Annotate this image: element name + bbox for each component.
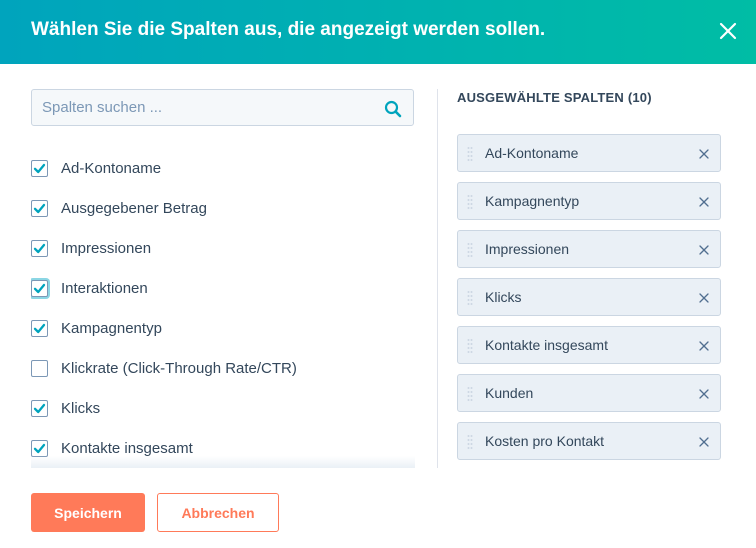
- checkmark-icon: [33, 403, 46, 413]
- selected-column-item[interactable]: Klicks: [457, 278, 721, 316]
- selected-column-item[interactable]: Kontakte insgesamt: [457, 326, 721, 364]
- selected-column-item[interactable]: Kunden: [457, 374, 721, 412]
- remove-icon[interactable]: [698, 340, 710, 352]
- selected-column-label: Ad-Kontoname: [485, 145, 579, 161]
- dialog-header: Wählen Sie die Spalten aus, die angezeig…: [0, 0, 756, 64]
- drag-handle-icon[interactable]: [467, 290, 473, 306]
- search-box: [31, 89, 414, 126]
- remove-icon[interactable]: [698, 292, 710, 304]
- drag-handle-icon[interactable]: [467, 434, 473, 450]
- search-icon[interactable]: [384, 100, 402, 118]
- cancel-button[interactable]: Abbrechen: [157, 493, 279, 532]
- checkmark-icon: [33, 443, 46, 453]
- column-option[interactable]: Ad-Kontoname: [31, 156, 161, 180]
- column-checkbox[interactable]: [31, 359, 48, 377]
- selected-column-label: Klicks: [485, 289, 522, 305]
- checkmark-icon: [33, 163, 46, 173]
- column-checkbox[interactable]: [31, 159, 48, 177]
- column-checkbox[interactable]: [31, 319, 48, 337]
- drag-handle-icon[interactable]: [467, 338, 473, 354]
- column-option-label: Ausgegebener Betrag: [61, 199, 207, 217]
- selected-column-item[interactable]: Ad-Kontoname: [457, 134, 721, 172]
- close-button[interactable]: [714, 17, 742, 45]
- drag-handle-icon[interactable]: [467, 194, 473, 210]
- column-option-label: Klicks: [61, 399, 101, 417]
- dialog-title: Wählen Sie die Spalten aus, die angezeig…: [31, 19, 546, 40]
- column-checkbox[interactable]: [31, 239, 48, 257]
- column-option[interactable]: Kampagnentyp: [31, 316, 162, 340]
- column-option-label: Kontakte insgesamt: [61, 439, 193, 457]
- selected-column-label: Kosten pro Kontakt: [485, 433, 605, 449]
- column-option[interactable]: Klicks: [31, 396, 100, 420]
- selected-column-label: Kontakte insgesamt: [485, 337, 608, 353]
- remove-icon[interactable]: [698, 196, 710, 208]
- column-option-label: Interaktionen: [61, 279, 148, 297]
- column-checkbox[interactable]: [31, 399, 48, 417]
- selected-column-item[interactable]: Kampagnentyp: [457, 182, 721, 220]
- column-option-label: Ad-Kontoname: [61, 159, 162, 177]
- column-divider: [437, 89, 438, 468]
- remove-icon[interactable]: [698, 388, 710, 400]
- remove-icon[interactable]: [698, 244, 710, 256]
- column-option[interactable]: Klickrate (Click-Through Rate/CTR): [31, 356, 297, 380]
- column-checkbox[interactable]: [31, 279, 48, 297]
- selected-columns-list: Ad-Kontoname Kampagnentyp Impressionen Klic…: [457, 134, 721, 468]
- checkmark-icon: [33, 283, 46, 293]
- selected-column-label: Kampagnentyp: [485, 193, 580, 209]
- close-icon: [719, 22, 737, 40]
- column-option[interactable]: Impressionen: [31, 236, 151, 260]
- column-checkbox-list: Ad-Kontoname Ausgegebener Betrag Impressio…: [31, 150, 415, 468]
- save-button[interactable]: Speichern: [31, 493, 145, 532]
- column-option[interactable]: Ausgegebener Betrag: [31, 196, 207, 220]
- checkmark-icon: [33, 323, 46, 333]
- selected-columns-heading: AUSGEWÄHLTE SPALTEN (10): [457, 90, 652, 105]
- drag-handle-icon[interactable]: [467, 386, 473, 402]
- selected-column-label: Impressionen: [485, 241, 570, 257]
- remove-icon[interactable]: [698, 436, 710, 448]
- selected-column-item[interactable]: Impressionen: [457, 230, 721, 268]
- checkmark-icon: [33, 203, 46, 213]
- column-option-label: Klickrate (Click-Through Rate/CTR): [61, 359, 297, 377]
- selected-column-item[interactable]: Kosten pro Kontakt: [457, 422, 721, 460]
- remove-icon[interactable]: [698, 148, 710, 160]
- column-option-label: Kampagnentyp: [61, 319, 162, 337]
- drag-handle-icon[interactable]: [467, 146, 473, 162]
- column-checkbox[interactable]: [31, 199, 48, 217]
- drag-handle-icon[interactable]: [467, 242, 473, 258]
- selected-column-label: Kunden: [485, 385, 534, 401]
- column-checkbox[interactable]: [31, 439, 48, 457]
- checkmark-icon: [33, 243, 46, 253]
- column-option[interactable]: Kontakte insgesamt: [31, 436, 193, 460]
- column-option[interactable]: Interaktionen: [31, 276, 148, 300]
- search-input[interactable]: [42, 90, 372, 125]
- column-option-label: Impressionen: [61, 239, 152, 257]
